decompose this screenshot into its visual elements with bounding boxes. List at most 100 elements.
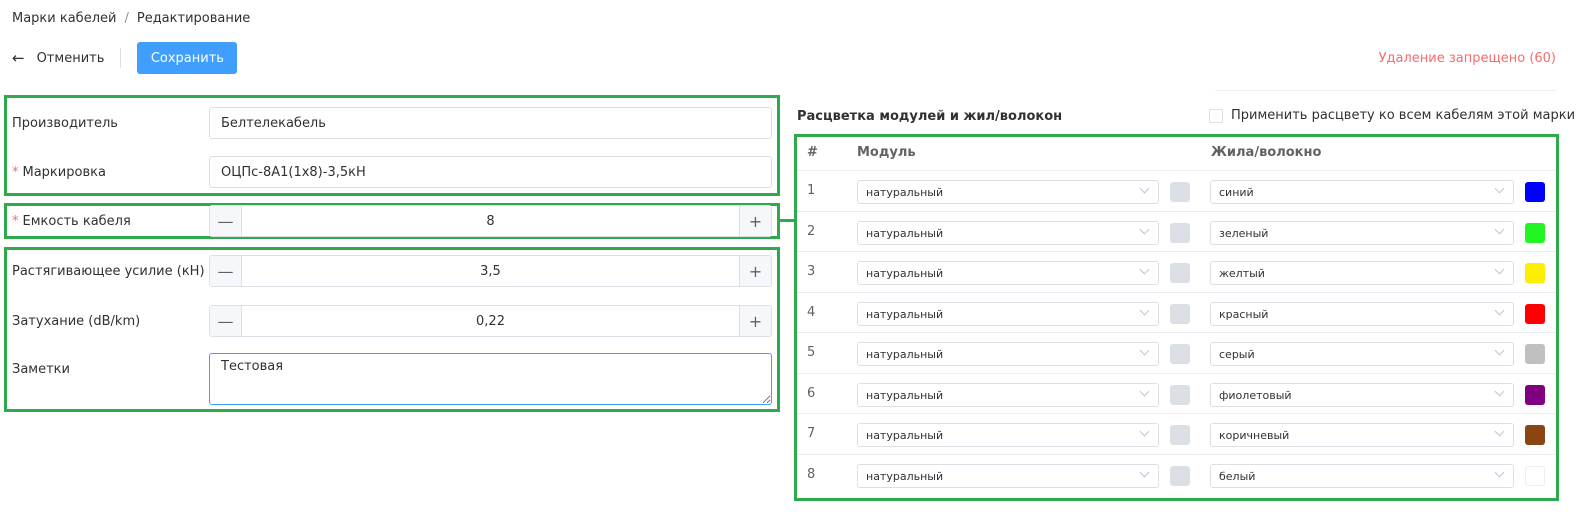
row-number: 1 [807, 183, 816, 198]
row-number: 6 [807, 385, 816, 401]
attenuation-label: Затухание (dB/km) [12, 313, 141, 329]
fiber-color-value: зеленый [1219, 226, 1269, 240]
module-color-value: натуральный [866, 186, 944, 199]
fiber-color-select[interactable]: серый [1210, 342, 1514, 366]
module-color-swatch[interactable] [1170, 222, 1190, 243]
fiber-color-swatch[interactable] [1525, 425, 1545, 445]
chevron-down-icon [1494, 467, 1505, 477]
chevron-down-icon [1139, 426, 1150, 437]
tension-label: Растягивающее усилие (кН) [12, 263, 205, 279]
capacity-value[interactable]: 8 [242, 206, 739, 236]
module-color-select[interactable]: натуральный [857, 301, 1159, 326]
module-color-value: натуральный [866, 348, 944, 361]
save-button[interactable]: Сохранить [137, 42, 238, 74]
apply-all-checkbox[interactable]: Применить расцвету ко всем кабелям этой … [1209, 108, 1575, 123]
cancel-button[interactable]: ← Отменить [12, 42, 104, 74]
attenuation-value[interactable]: 0,22 [242, 306, 739, 336]
attenuation-increment-button[interactable]: + [739, 306, 771, 336]
fiber-color-swatch[interactable] [1525, 465, 1545, 486]
highlight-connector [780, 219, 794, 222]
fiber-color-select[interactable]: белый [1210, 463, 1514, 488]
marking-row: * Маркировка [12, 164, 210, 180]
fiber-color-select[interactable]: синий [1210, 180, 1514, 204]
marking-input[interactable] [209, 156, 772, 188]
module-color-swatch[interactable] [1170, 303, 1190, 324]
row-number: 3 [807, 264, 816, 279]
breadcrumb-current: Редактирование [136, 11, 251, 26]
fiber-color-swatch[interactable] [1525, 222, 1545, 243]
module-color-value: натуральный [866, 226, 944, 240]
module-color-select[interactable]: натуральный [857, 220, 1159, 245]
capacity-increment-button[interactable]: + [739, 206, 771, 236]
chevron-down-icon [1139, 386, 1150, 396]
breadcrumb-root[interactable]: Марки кабелей [12, 11, 116, 26]
module-color-swatch[interactable] [1170, 425, 1190, 445]
chevron-down-icon [1494, 386, 1505, 396]
toolbar-divider [120, 48, 122, 68]
fiber-color-value: синий [1219, 186, 1254, 199]
module-color-select[interactable]: натуральный [857, 342, 1159, 366]
row-number: 2 [807, 223, 816, 239]
attenuation-row: Затухание (dB/km) [12, 313, 210, 329]
fiber-color-value: желтый [1219, 267, 1265, 280]
breadcrumb-separator: / [124, 11, 129, 26]
capacity-stepper: — 8 + [209, 205, 772, 237]
module-color-swatch[interactable] [1170, 384, 1190, 405]
column-header-fiber: Жила/волокно [1211, 145, 1322, 160]
capacity-label: * Емкость кабеля [12, 213, 131, 229]
chevron-down-icon [1494, 305, 1505, 315]
manufacturer-input[interactable] [209, 107, 772, 139]
row-number: 7 [807, 426, 816, 441]
module-color-swatch[interactable] [1170, 344, 1190, 364]
table-row: 5 натуральный серый [797, 332, 1555, 372]
fiber-color-select[interactable]: зеленый [1210, 220, 1514, 245]
fiber-color-select[interactable]: коричневый [1210, 423, 1514, 447]
module-color-value: натуральный [866, 267, 944, 280]
fiber-color-swatch[interactable] [1525, 182, 1545, 202]
chevron-down-icon [1139, 264, 1150, 275]
manufacturer-label: Производитель [12, 115, 118, 131]
fiber-color-value: серый [1219, 348, 1255, 361]
notes-textarea[interactable] [209, 353, 772, 405]
checkbox-icon[interactable] [1209, 108, 1223, 123]
apply-all-label: Применить расцвету ко всем кабелям этой … [1231, 108, 1576, 123]
fiber-color-select[interactable]: фиолетовый [1210, 382, 1514, 407]
manufacturer-row: Производитель [12, 115, 210, 131]
module-color-swatch[interactable] [1170, 263, 1190, 283]
column-header-module: Модуль [857, 145, 916, 160]
fiber-color-swatch[interactable] [1525, 344, 1545, 364]
notes-label: Заметки [12, 361, 70, 377]
chevron-down-icon [1139, 345, 1150, 356]
toolbar: ← Отменить Сохранить [12, 42, 238, 74]
tension-stepper: — 3,5 + [209, 255, 772, 287]
marking-label: * Маркировка [12, 164, 106, 180]
module-color-value: натуральный [866, 429, 944, 442]
tension-decrement-button[interactable]: — [210, 256, 242, 286]
table-row: 3 натуральный желтый [797, 251, 1555, 291]
fiber-color-select[interactable]: желтый [1210, 261, 1514, 285]
chevron-down-icon [1494, 224, 1505, 234]
breadcrumb: Марки кабелей / Редактирование [12, 11, 250, 26]
fiber-color-swatch[interactable] [1525, 263, 1545, 283]
module-color-swatch[interactable] [1170, 182, 1190, 202]
module-color-select[interactable]: натуральный [857, 261, 1159, 285]
chevron-down-icon [1139, 224, 1150, 234]
chevron-down-icon [1139, 467, 1150, 477]
fiber-color-swatch[interactable] [1525, 303, 1545, 324]
cancel-label: Отменить [36, 50, 105, 66]
fiber-color-swatch[interactable] [1525, 384, 1545, 405]
module-color-select[interactable]: натуральный [857, 423, 1159, 447]
capacity-decrement-button[interactable]: — [210, 206, 242, 236]
tension-increment-button[interactable]: + [739, 256, 771, 286]
fiber-color-value: фиолетовый [1219, 388, 1292, 402]
delete-status: Удаление запрещено (60) [1378, 51, 1556, 66]
fiber-color-select[interactable]: красный [1210, 301, 1514, 326]
module-color-select[interactable]: натуральный [857, 382, 1159, 407]
tension-value[interactable]: 3,5 [242, 256, 739, 286]
module-color-select[interactable]: натуральный [857, 463, 1159, 488]
module-color-select[interactable]: натуральный [857, 180, 1159, 204]
attenuation-decrement-button[interactable]: — [210, 306, 242, 336]
required-mark: * [12, 164, 19, 180]
module-color-swatch[interactable] [1170, 465, 1190, 486]
fiber-color-value: коричневый [1219, 429, 1290, 442]
